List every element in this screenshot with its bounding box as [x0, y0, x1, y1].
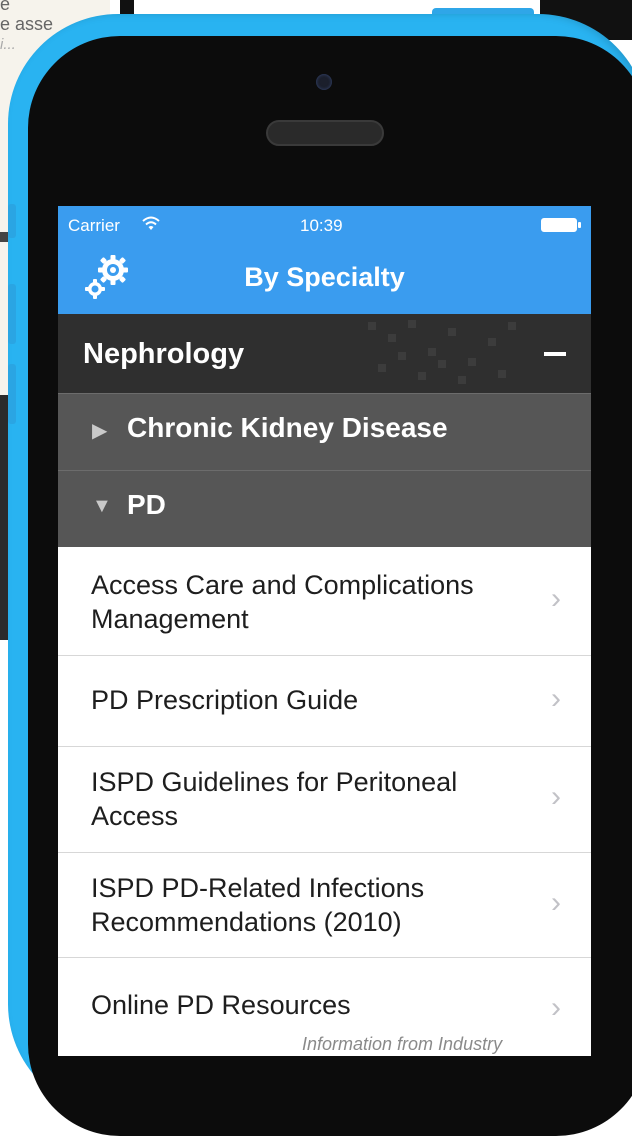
specialty-title: Nephrology — [83, 338, 245, 370]
chevron-right-icon: › — [551, 991, 561, 1024]
expand-arrow-icon: ▶ — [92, 420, 108, 442]
category-row-pd[interactable]: ▼ PD — [58, 470, 591, 547]
battery-tip — [578, 222, 581, 228]
list-item-label: ISPD Guidelines for Peritoneal Access — [91, 767, 458, 831]
pixel-pattern-decoration — [368, 320, 516, 384]
list-item-label: PD Prescription Guide — [91, 685, 359, 715]
list-item-label: Access Care and Complications Management — [91, 570, 474, 634]
category-label: PD — [127, 489, 166, 520]
page-title: By Specialty — [244, 262, 405, 292]
background-text: e — [0, 0, 11, 14]
list-item-label: Online PD Resources — [91, 990, 351, 1020]
battery-icon — [541, 218, 577, 232]
wifi-icon — [142, 216, 160, 230]
app-screen: Carrier 10:39 By Specialty Nephrology ▶ … — [58, 206, 591, 1056]
earpiece-speaker — [266, 120, 384, 146]
chevron-right-icon: › — [551, 682, 561, 715]
background-text: i... — [0, 36, 16, 53]
list-item-pd-prescription-guide[interactable]: PD Prescription Guide › — [58, 656, 591, 747]
status-time: 10:39 — [300, 216, 343, 235]
chevron-right-icon: › — [551, 886, 561, 919]
chevron-right-icon: › — [551, 780, 561, 813]
carrier-label: Carrier — [68, 216, 120, 235]
list-item-ispd-guidelines[interactable]: ISPD Guidelines for Peritoneal Access › — [58, 747, 591, 853]
volume-up-button — [8, 284, 16, 344]
navigation-bar: Carrier 10:39 By Specialty — [58, 206, 591, 314]
category-label: Chronic Kidney Disease — [127, 412, 448, 443]
collapse-arrow-icon: ▼ — [92, 495, 112, 517]
list-item-ispd-infections[interactable]: ISPD PD-Related Infections Recommendatio… — [58, 853, 591, 958]
status-bar: Carrier 10:39 — [58, 206, 591, 246]
category-row-chronic-kidney-disease[interactable]: ▶ Chronic Kidney Disease — [58, 393, 591, 470]
collapse-icon[interactable] — [544, 352, 566, 356]
front-camera — [316, 74, 332, 90]
chevron-right-icon: › — [551, 582, 561, 615]
specialty-header[interactable]: Nephrology — [58, 314, 591, 393]
volume-down-button — [8, 364, 16, 424]
background-text: e asse — [0, 14, 54, 34]
industry-footnote: Information from Industry — [302, 1034, 503, 1054]
list-item-access-care[interactable]: Access Care and Complications Management… — [58, 548, 591, 656]
mute-switch — [8, 204, 16, 238]
list-item-label: ISPD PD-Related Infections Recommendatio… — [91, 873, 425, 937]
